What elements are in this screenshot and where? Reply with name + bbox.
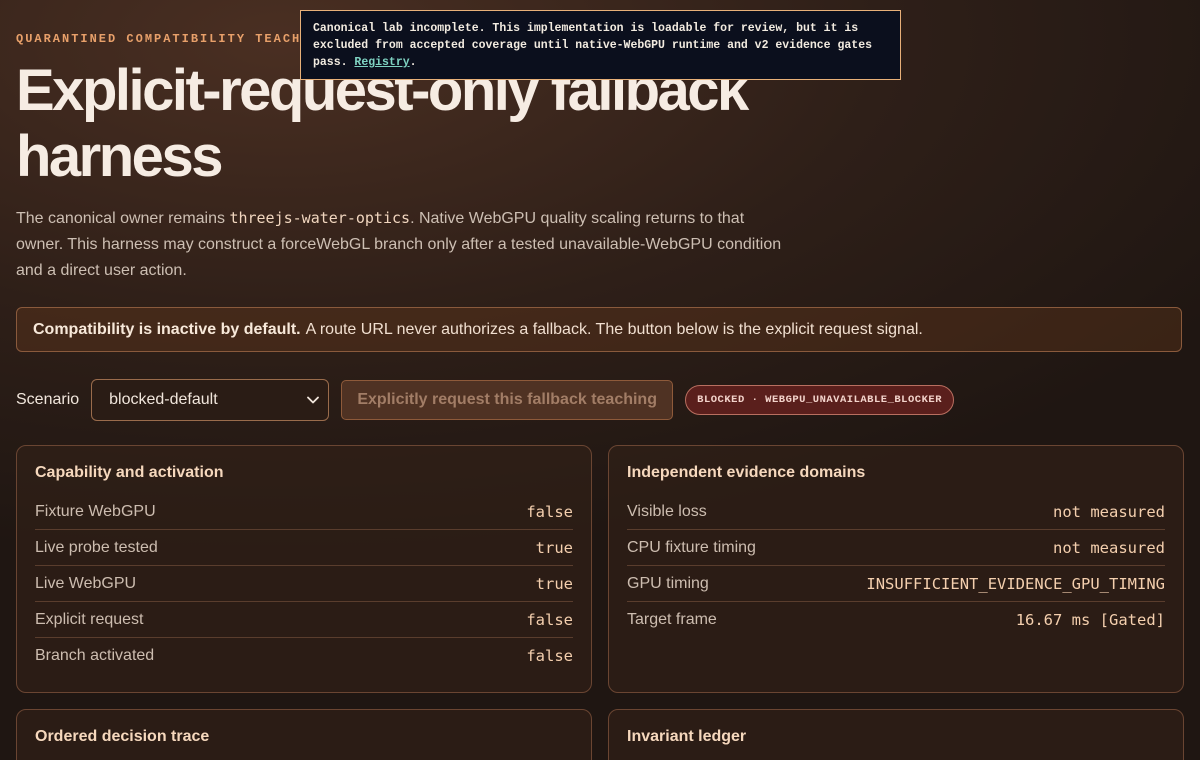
scenario-selected-value: blocked-default [109,391,218,408]
kv-value: true [535,538,573,557]
incomplete-lab-notice: Canonical lab incomplete. This implement… [300,10,901,80]
kv-value: true [535,574,573,593]
kv-label: Visible loss [627,502,707,520]
kv-value: not measured [1053,502,1165,521]
canonical-owner-code: threejs-water-optics [229,209,411,227]
banner-text: A route URL never authorizes a fallback.… [305,320,923,338]
capability-list: Fixture WebGPU false Live probe tested t… [35,494,573,673]
capability-card: Capability and activation Fixture WebGPU… [16,445,592,693]
capability-card-title: Capability and activation [35,464,224,481]
kv-label: Live probe tested [35,538,158,556]
status-badge: BLOCKED · WEBGPU_UNAVAILABLE_BLOCKER [685,385,954,415]
kv-row-visible-loss: Visible loss not measured [627,494,1165,530]
inactive-default-banner: Compatibility is inactive by default. A … [16,307,1182,352]
intro-text-before: The canonical owner remains [16,210,230,227]
decision-trace-card-title: Ordered decision trace [35,728,210,745]
kv-row-gpu-timing: GPU timing INSUFFICIENT_EVIDENCE_GPU_TIM… [627,566,1165,602]
kv-row-cpu-fixture-timing: CPU fixture timing not measured [627,530,1165,566]
decision-trace-card: Ordered decision trace [16,709,592,760]
kv-value: false [526,502,573,521]
scenario-controls: Scenario blocked-default Explicitly requ… [16,379,954,421]
intro-paragraph: The canonical owner remains threejs-wate… [16,205,786,284]
kv-label: GPU timing [627,574,709,592]
scenario-label: Scenario [16,391,80,408]
evidence-list: Visible loss not measured CPU fixture ti… [627,494,1165,637]
evidence-card-title: Independent evidence domains [627,464,866,481]
kv-row-branch-activated: Branch activated false [35,638,573,673]
notice-trailing: . [409,56,417,69]
invariant-ledger-card-title: Invariant ledger [627,728,747,745]
invariant-ledger-card: Invariant ledger [608,709,1184,760]
kv-row-live-webgpu: Live WebGPU true [35,566,573,602]
kv-row-fixture-webgpu: Fixture WebGPU false [35,494,573,530]
kv-value: INSUFFICIENT_EVIDENCE_GPU_TIMING [866,574,1165,593]
kv-label: CPU fixture timing [627,538,756,556]
kv-label: Fixture WebGPU [35,502,156,520]
request-fallback-button[interactable]: Explicitly request this fallback teachin… [341,380,674,420]
kv-row-explicit-request: Explicit request false [35,602,573,638]
scenario-select[interactable]: blocked-default [91,379,330,421]
banner-strong-text: Compatibility is inactive by default. [33,320,301,338]
kv-label: Branch activated [35,646,155,664]
kv-value: false [526,610,573,629]
kv-row-target-frame: Target frame 16.67 ms [Gated] [627,602,1165,637]
kv-value: false [526,646,573,665]
registry-link[interactable]: Registry [354,56,409,69]
kv-label: Explicit request [35,610,144,628]
page-eyebrow: QUARANTINED COMPATIBILITY TEACHING [16,32,329,46]
kv-value: not measured [1053,538,1165,557]
kv-label: Target frame [627,610,717,628]
chevron-down-icon [306,393,320,407]
kv-row-live-probe-tested: Live probe tested true [35,530,573,566]
kv-label: Live WebGPU [35,574,137,592]
evidence-card: Independent evidence domains Visible los… [608,445,1184,693]
kv-value: 16.67 ms [Gated] [1015,610,1165,629]
